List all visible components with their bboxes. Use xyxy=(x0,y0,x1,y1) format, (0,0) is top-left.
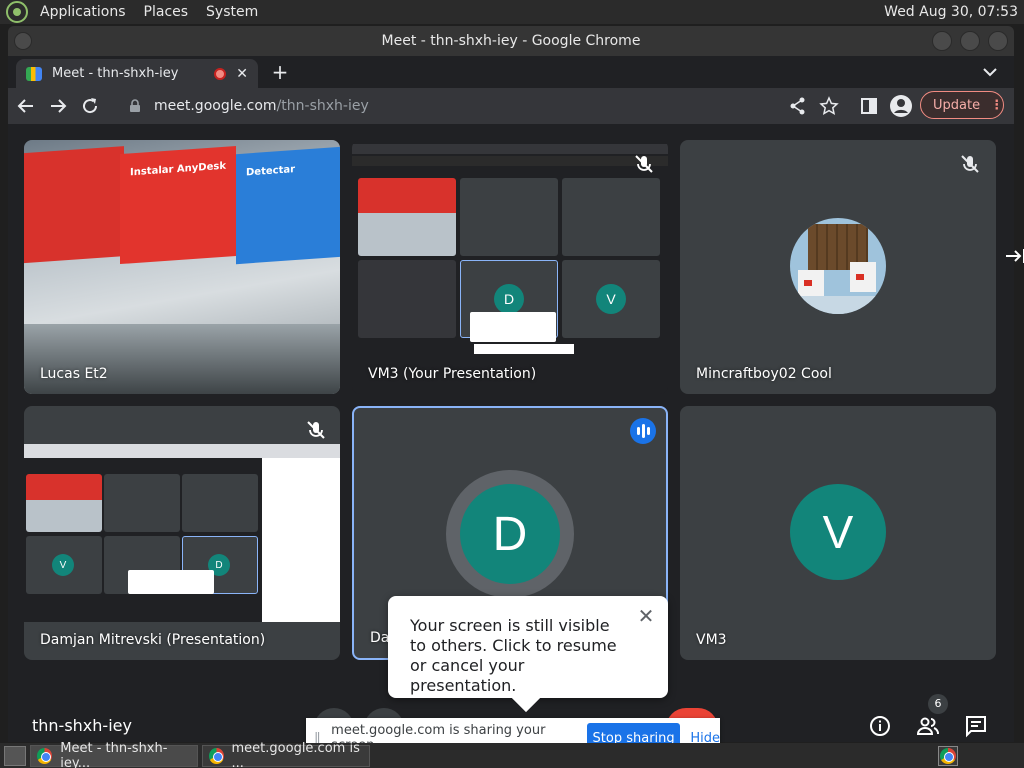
presentation-thumbnail: V D xyxy=(24,444,340,622)
update-label: Update xyxy=(933,97,981,113)
tab-title: Meet - thn-shxh-iey xyxy=(52,66,179,81)
taskbar-item-label: Meet - thn-shxh-iey... xyxy=(60,740,168,768)
tray-chrome-icon[interactable] xyxy=(938,746,958,766)
maximize-button[interactable] xyxy=(960,31,980,51)
recording-indicator-icon xyxy=(214,67,227,80)
mic-off-icon xyxy=(635,155,653,173)
side-panel-icon[interactable] xyxy=(859,96,879,116)
panel-clock[interactable]: Wed Aug 30, 07:53 xyxy=(884,4,1018,20)
menu-applications[interactable]: Applications xyxy=(40,4,126,20)
participant-name: VM3 (Your Presentation) xyxy=(368,366,537,382)
top-panel: Applications Places System Wed Aug 30, 0… xyxy=(0,0,1024,24)
popup-message: Your screen is still visible to others. … xyxy=(410,616,617,695)
meeting-code: thn-shxh-iey xyxy=(32,716,132,735)
tab-strip: Meet - thn-shxh-iey ✕ + xyxy=(8,56,1014,88)
participant-tile-mincraftboy[interactable]: Mincraftboy02 Cool xyxy=(680,140,996,394)
participant-tile-vm3-presentation[interactable]: D V VM3 (Your Presentation) xyxy=(352,140,668,394)
chrome-icon xyxy=(37,747,53,764)
participant-name: Lucas Et2 xyxy=(40,366,108,382)
bookmark-star-icon[interactable] xyxy=(819,96,839,116)
back-button[interactable] xyxy=(12,92,40,120)
address-bar[interactable]: meet.google.com/thn-shxh-iey xyxy=(120,92,890,120)
tab-search-chevron-icon[interactable] xyxy=(980,62,1000,82)
collapse-arrow-icon[interactable] xyxy=(1004,246,1024,266)
camera-feed: Instalar AnyDesk Detectar xyxy=(24,140,340,394)
tab-meet[interactable]: Meet - thn-shxh-iey ✕ xyxy=(16,59,258,88)
new-tab-button[interactable]: + xyxy=(268,60,292,84)
mic-off-icon xyxy=(961,155,979,173)
mini-avatar-v: V xyxy=(596,284,626,314)
tab-close-icon[interactable]: ✕ xyxy=(236,66,248,82)
share-icon[interactable] xyxy=(788,96,808,116)
participant-count-badge: 6 xyxy=(928,694,948,714)
taskbar-item-sharing[interactable]: meet.google.com is ... xyxy=(202,741,370,768)
window-title: Meet - thn-shxh-iey - Google Chrome xyxy=(381,33,641,49)
photo-card-text: Instalar AnyDesk xyxy=(130,160,226,179)
meet-favicon-icon xyxy=(26,66,42,81)
url-host: meet.google.com xyxy=(154,98,277,114)
browser-toolbar: meet.google.com/thn-shxh-iey Update ⋮ xyxy=(8,88,1014,124)
participant-name: VM3 xyxy=(696,632,727,648)
meeting-info-icon[interactable] xyxy=(868,714,892,738)
avatar-d: D xyxy=(460,484,560,584)
taskbar-item-meet[interactable]: Meet - thn-shxh-iey... xyxy=(30,741,198,768)
speaking-indicator-icon xyxy=(630,418,656,444)
menu-system[interactable]: System xyxy=(206,4,258,20)
window-menu-icon[interactable] xyxy=(14,32,32,50)
show-desktop-button[interactable] xyxy=(4,745,26,766)
people-icon[interactable] xyxy=(916,714,940,738)
browser-window: Meet - thn-shxh-iey - Google Chrome Meet… xyxy=(8,26,1024,758)
profile-picture xyxy=(790,218,886,314)
presentation-thumbnail: D V xyxy=(352,144,668,390)
mini-avatar-d: D xyxy=(494,284,524,314)
update-button[interactable]: Update ⋮ xyxy=(920,91,1004,119)
participant-name: Da xyxy=(370,630,390,646)
minimize-button[interactable] xyxy=(932,31,952,51)
popup-close-icon[interactable]: ✕ xyxy=(636,606,656,626)
mini-avatar-v: V xyxy=(52,554,74,576)
profile-avatar-icon[interactable] xyxy=(890,95,912,117)
close-window-button[interactable] xyxy=(988,31,1008,51)
forward-button[interactable] xyxy=(44,92,72,120)
reload-button[interactable] xyxy=(76,92,104,120)
back-arrow-icon xyxy=(17,99,33,113)
photo-card-text: Detectar xyxy=(246,164,296,179)
chat-icon[interactable] xyxy=(964,714,988,738)
taskbar-item-label: meet.google.com is ... xyxy=(231,740,360,768)
chrome-icon xyxy=(209,747,224,764)
participant-tile-vm3[interactable]: V VM3 xyxy=(680,406,996,660)
mic-off-icon xyxy=(307,421,325,439)
menu-places[interactable]: Places xyxy=(144,4,189,20)
avatar-v: V xyxy=(790,484,886,580)
participant-name: Mincraftboy02 Cool xyxy=(696,366,832,382)
participant-name: Damjan Mitrevski (Presentation) xyxy=(40,632,266,648)
reload-icon xyxy=(83,98,98,114)
meet-stage: Instalar AnyDesk Detectar Lucas Et2 D V … xyxy=(8,124,1014,758)
presentation-reminder-popup[interactable]: Your screen is still visible to others. … xyxy=(388,596,668,698)
distro-logo-icon[interactable] xyxy=(6,1,28,23)
participant-tile-damjan-presentation[interactable]: V D Damjan Mitrevski (Presentation) xyxy=(24,406,340,660)
lock-icon[interactable] xyxy=(128,99,142,113)
forward-arrow-icon xyxy=(51,99,67,113)
url-path: /thn-shxh-iey xyxy=(276,98,369,114)
participant-tile-lucas[interactable]: Instalar AnyDesk Detectar Lucas Et2 xyxy=(24,140,340,394)
taskbar: Meet - thn-shxh-iey... meet.google.com i… xyxy=(0,741,1024,768)
window-titlebar[interactable]: Meet - thn-shxh-iey - Google Chrome xyxy=(8,26,1014,56)
more-menu-icon: ⋮ xyxy=(990,97,1004,113)
